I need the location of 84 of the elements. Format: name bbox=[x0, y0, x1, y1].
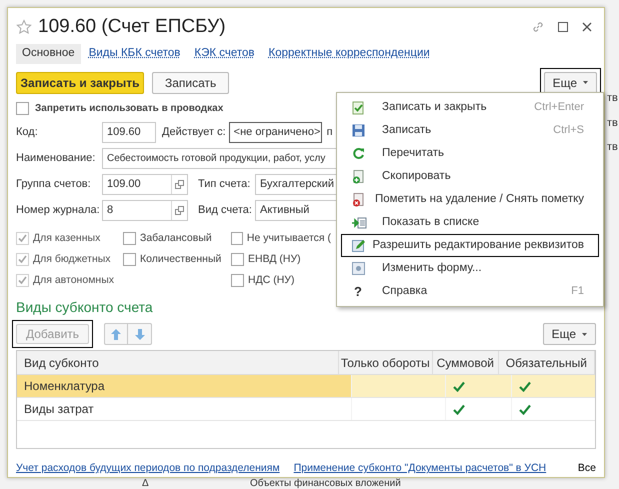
menu-item[interactable]: ? Справка F1 bbox=[341, 280, 599, 303]
checkbox[interactable] bbox=[231, 274, 244, 287]
close-icon[interactable] bbox=[582, 22, 592, 32]
checkbox[interactable] bbox=[231, 232, 243, 245]
list-arrow-icon bbox=[352, 216, 367, 228]
checkbox-label: Для бюджетных bbox=[33, 252, 111, 267]
column-header[interactable]: Обязательный bbox=[498, 351, 595, 374]
link-icon[interactable] bbox=[532, 20, 544, 33]
shortcut-text: Ctrl+Enter bbox=[534, 100, 584, 116]
column-header[interactable]: Только обороты bbox=[338, 351, 433, 374]
tab[interactable]: КЭК счетов bbox=[188, 44, 261, 64]
check-icon bbox=[519, 404, 531, 415]
checkbox-label: Для казенных bbox=[33, 230, 100, 246]
tab[interactable]: Основное bbox=[16, 44, 81, 64]
document-delete-icon bbox=[352, 192, 365, 206]
check-icon bbox=[519, 380, 531, 392]
form-settings-icon bbox=[352, 262, 365, 275]
section-title: Виды субконто счета bbox=[16, 298, 154, 318]
field-label: Код: bbox=[16, 125, 39, 140]
window-title: 109.60 (Счет ЕПСБУ) bbox=[38, 14, 226, 39]
refresh-icon bbox=[352, 147, 365, 160]
input-field[interactable]: <не ограничено> bbox=[228, 122, 322, 143]
checkbox-label: ЕНВД (НУ) bbox=[248, 252, 301, 267]
input-field[interactable]: 8 bbox=[102, 200, 188, 221]
background-text: тв bbox=[607, 140, 619, 155]
background-text: Δ bbox=[142, 478, 149, 489]
table-cell: Номенклатура bbox=[17, 375, 351, 398]
menu-item[interactable]: Записать Ctrl+S bbox=[341, 119, 599, 142]
background-text: тв bbox=[607, 116, 619, 130]
arrow-down-icon bbox=[134, 328, 145, 340]
arrow-up-icon bbox=[111, 328, 122, 340]
background-text: тв bbox=[607, 91, 619, 106]
save-close-button[interactable]: Записать и закрыть bbox=[16, 72, 144, 94]
input-field[interactable]: 109.60 bbox=[102, 122, 156, 143]
more-button[interactable]: Еще bbox=[542, 323, 596, 346]
open-icon[interactable] bbox=[171, 174, 187, 194]
save-button[interactable]: Записать bbox=[152, 72, 230, 94]
column-header[interactable]: Вид субконто bbox=[17, 351, 339, 374]
star-icon[interactable] bbox=[16, 18, 32, 35]
column-header[interactable]: Суммовой bbox=[432, 351, 499, 374]
tab[interactable]: Виды КБК счетов bbox=[82, 44, 186, 64]
checkbox-label: Забалансовый bbox=[140, 230, 212, 246]
footer-link[interactable]: Применение субконто "Документы расчетов" в УСН bbox=[294, 461, 546, 477]
checkbox-label: НДС (НУ) bbox=[248, 272, 294, 288]
tab[interactable]: Корректные корреспонденции bbox=[262, 44, 436, 64]
checkbox-label: Не учитывается ( bbox=[246, 230, 331, 246]
field-label: Вид счета: bbox=[198, 203, 253, 218]
field-label: Номер журнала: bbox=[16, 203, 101, 218]
field-label: п bbox=[326, 125, 333, 140]
checkbox[interactable] bbox=[16, 102, 29, 115]
input-field[interactable]: 109.00 bbox=[102, 174, 188, 195]
menu-item[interactable]: Записать и закрыть Ctrl+Enter bbox=[341, 96, 599, 119]
menu-item[interactable]: Разрешить редактирование реквизитов bbox=[341, 234, 599, 257]
caret-icon bbox=[583, 81, 588, 84]
shortcut-text: F1 bbox=[571, 284, 584, 300]
help-icon: ? bbox=[352, 282, 362, 302]
table-row[interactable]: Виды затрат bbox=[17, 398, 595, 422]
document-check-icon bbox=[352, 100, 365, 114]
checkbox[interactable] bbox=[231, 252, 244, 266]
table-row[interactable]: Номенклатура bbox=[17, 375, 595, 398]
field-label: Группа счетов: bbox=[16, 177, 92, 192]
maximize-icon[interactable] bbox=[558, 22, 568, 32]
pencil-edit-icon bbox=[352, 239, 366, 252]
checkbox-label: Запретить использовать в проводках bbox=[35, 102, 224, 116]
more-button[interactable]: Еще bbox=[544, 72, 597, 94]
checkbox-label: Для автономных bbox=[33, 272, 114, 288]
shortcut-text: Ctrl+S bbox=[553, 123, 584, 138]
checkbox[interactable] bbox=[123, 252, 136, 266]
save-icon bbox=[352, 124, 365, 137]
document-plus-icon bbox=[352, 170, 365, 184]
footer-link[interactable]: Учет расходов будущих периодов по подразделениям bbox=[16, 461, 280, 477]
field-label: Тип счета: bbox=[198, 177, 252, 192]
background-text: Объекты финансовых вложений bbox=[250, 478, 401, 489]
all-link[interactable]: Все bbox=[578, 461, 596, 477]
check-icon bbox=[453, 404, 465, 415]
check-icon bbox=[453, 380, 465, 392]
open-icon[interactable] bbox=[171, 200, 187, 220]
menu-item[interactable]: Изменить форму... bbox=[341, 257, 599, 280]
checkbox[interactable] bbox=[123, 232, 136, 245]
table-cell-text: Виды затрат bbox=[23, 401, 95, 418]
field-label: Наименование: bbox=[16, 151, 96, 166]
caret-icon bbox=[582, 332, 587, 336]
field-label: Действует с: bbox=[162, 125, 226, 140]
checkbox-label: Количественный bbox=[140, 252, 222, 267]
